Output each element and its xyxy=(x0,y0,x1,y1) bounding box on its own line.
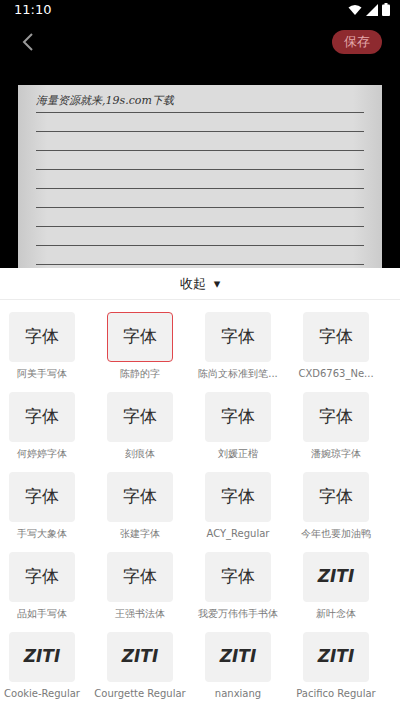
status-time: 11:10 xyxy=(14,0,51,20)
font-label: 陈尚文标准到笔... xyxy=(198,366,278,381)
font-preview[interactable]: 字体 xyxy=(9,312,75,362)
font-preview[interactable]: 字体 xyxy=(9,552,75,602)
status-icons xyxy=(348,3,390,16)
battery-icon xyxy=(382,3,390,16)
wifi-icon xyxy=(348,4,362,16)
collapse-toggle[interactable]: 收起 ▾ xyxy=(0,268,400,300)
font-item[interactable]: 字体何婷婷字体 xyxy=(9,392,75,461)
font-preview[interactable]: 字体 xyxy=(303,392,369,442)
font-label: ACY_Regular xyxy=(207,526,270,541)
font-label: 何婷婷字体 xyxy=(17,446,67,461)
font-label: nanxiang xyxy=(215,686,261,701)
font-preview[interactable]: 字体 xyxy=(205,472,271,522)
font-item[interactable]: 字体阿美手写体 xyxy=(9,312,75,381)
font-item[interactable]: ZITI nanxiang xyxy=(205,632,271,701)
font-preview[interactable]: 字体 xyxy=(303,472,369,522)
font-sheet: 收起▾字体阿美手写体字体陈静的字字体陈尚文标准到笔...字体CXD6763_Ne… xyxy=(0,268,400,712)
font-item[interactable]: ZITICourgette Regular xyxy=(107,632,173,701)
font-preview[interactable]: 字体 xyxy=(205,552,271,602)
font-preview[interactable]: ZITI xyxy=(205,632,271,682)
font-item[interactable]: 字体陈尚文标准到笔... xyxy=(205,312,271,381)
font-preview[interactable]: 字体 xyxy=(9,392,75,442)
document-preview: 海量资源就来,19s.com下载 xyxy=(18,85,382,268)
font-label: Courgette Regular xyxy=(94,686,185,701)
top-area: 11:10 保存海量资源就来,19s.com下载 xyxy=(0,0,400,268)
header-bar: 保存 xyxy=(0,20,400,65)
font-label: 今年也要加油鸭 xyxy=(301,526,371,541)
font-item[interactable]: 字体陈静的字 xyxy=(107,312,173,381)
font-item[interactable]: 字体CXD6763_Ne... xyxy=(303,312,369,381)
collapse-arrow-icon: ▾ xyxy=(214,274,221,294)
font-label: CXD6763_Ne... xyxy=(298,366,373,381)
font-item[interactable]: 字体刘媛正楷 xyxy=(205,392,271,461)
font-preview[interactable]: 字体 xyxy=(107,312,173,362)
font-preview[interactable]: 字体 xyxy=(9,472,75,522)
font-preview[interactable]: 字体 xyxy=(303,312,369,362)
font-item[interactable]: 字体品如手写体 xyxy=(9,552,75,621)
font-item[interactable]: 字体张建字体 xyxy=(107,472,173,541)
font-label: 王强书法体 xyxy=(115,606,165,621)
font-preview[interactable]: ZITI xyxy=(303,552,369,602)
font-item[interactable]: ZITI 新叶念体 xyxy=(303,552,369,621)
signal-icon xyxy=(366,4,378,16)
save-button[interactable]: 保存 xyxy=(332,30,382,54)
font-preview[interactable]: ZITI xyxy=(107,632,173,682)
font-preview[interactable]: 字体 xyxy=(107,392,173,442)
font-item[interactable]: 字体王强书法体 xyxy=(107,552,173,621)
font-preview[interactable]: 字体 xyxy=(205,392,271,442)
font-label: 阿美手写体 xyxy=(17,366,67,381)
font-item[interactable]: 字体我爱万伟伟手书体 xyxy=(205,552,271,621)
font-preview[interactable]: 字体 xyxy=(107,472,173,522)
font-label: Pacifico Regular xyxy=(296,686,375,701)
font-label: 手写大象体 xyxy=(17,526,67,541)
font-item[interactable]: ZITIPacifico Regular xyxy=(303,632,369,701)
back-arrow-icon xyxy=(22,33,34,51)
font-item[interactable]: ZITICookie-Regular xyxy=(9,632,75,701)
font-label: 品如手写体 xyxy=(17,606,67,621)
ruled-lines xyxy=(36,113,364,268)
font-label: 潘婉琼字体 xyxy=(311,446,361,461)
font-preview[interactable]: 字体 xyxy=(107,552,173,602)
font-label: 我爱万伟伟手书体 xyxy=(198,606,278,621)
font-grid: 字体阿美手写体字体陈静的字字体陈尚文标准到笔...字体CXD6763_Ne...… xyxy=(0,300,400,701)
status-bar: 11:10 xyxy=(0,0,400,20)
back-button[interactable] xyxy=(22,33,34,51)
font-label: 刘媛正楷 xyxy=(218,446,258,461)
font-label: 陈静的字 xyxy=(120,366,160,381)
font-item[interactable]: 字体 ACY_Regular xyxy=(205,472,271,541)
font-preview[interactable]: ZITI xyxy=(9,632,75,682)
font-label: Cookie-Regular xyxy=(4,686,80,701)
font-preview[interactable]: 字体 xyxy=(205,312,271,362)
font-label: 新叶念体 xyxy=(316,606,356,621)
font-item[interactable]: 字体手写大象体 xyxy=(9,472,75,541)
font-label: 刻痕体 xyxy=(125,446,155,461)
font-item[interactable]: 字体今年也要加油鸭 xyxy=(303,472,369,541)
font-item[interactable]: 字体潘婉琼字体 xyxy=(303,392,369,461)
font-label: 张建字体 xyxy=(120,526,160,541)
document-first-line: 海量资源就来,19s.com下载 xyxy=(36,93,364,113)
font-preview[interactable]: ZITI xyxy=(303,632,369,682)
collapse-label: 收起 xyxy=(180,274,206,294)
font-item[interactable]: 字体刻痕体 xyxy=(107,392,173,461)
